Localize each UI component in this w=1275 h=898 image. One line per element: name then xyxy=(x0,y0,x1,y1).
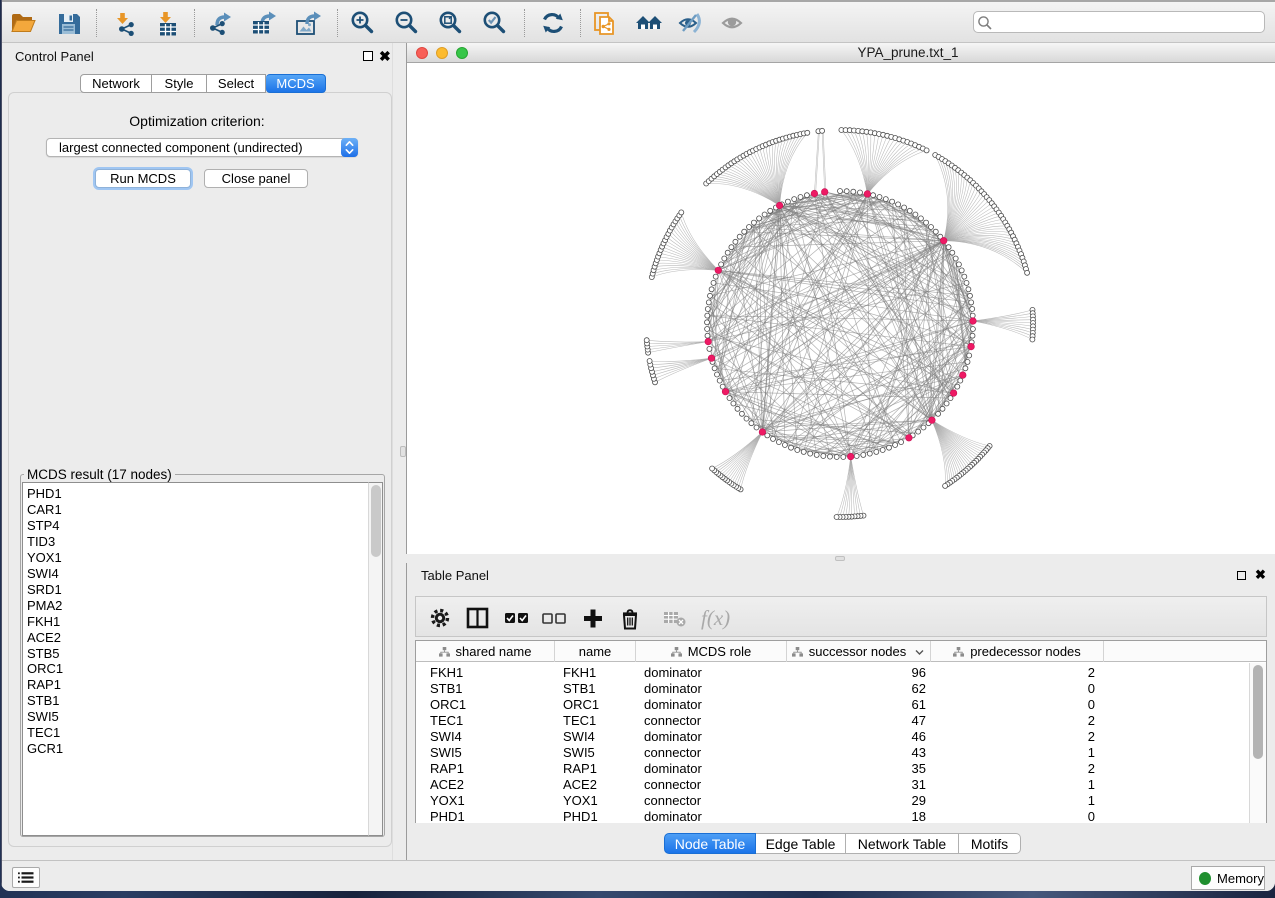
svg-text:f(x): f(x) xyxy=(701,606,730,630)
